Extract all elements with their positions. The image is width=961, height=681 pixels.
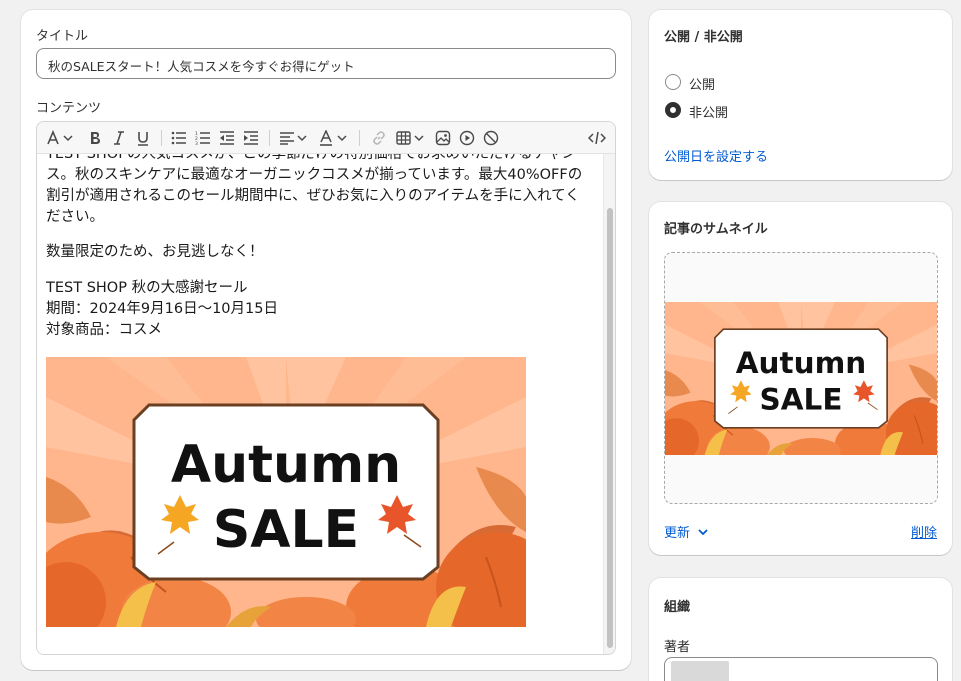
author-value-placeholder [671,661,729,681]
radio-public[interactable] [665,74,681,90]
author-select[interactable] [664,657,938,681]
toolbar-divider [161,130,162,146]
visibility-card: 公開 / 非公開 公開 非公開 公開日を設定する [649,10,952,180]
update-thumbnail-button[interactable]: 更新 [664,522,710,541]
banner-line1: Autumn [171,435,401,495]
delete-thumbnail-link[interactable]: 削除 [911,522,937,541]
thumbnail-line2: SALE [760,383,843,417]
paragraph-period: 期間：2024年9月16日〜10月15日 [46,301,278,317]
bold-icon[interactable] [85,128,105,148]
thumbnail-line1: Autumn [736,346,866,380]
title-label: タイトル [36,29,89,44]
radio-public-label[interactable]: 公開 [689,74,715,93]
rich-text-editor[interactable]: 123 TEST SHOPの人気コスメが、この季節だけの特別価格でお求めいただけ… [36,121,616,655]
main-card: タイトル 秋のSALEスタート！人気コスメを今すぐお得にゲット コンテンツ 12… [21,10,631,670]
bullet-list-icon[interactable] [169,128,189,148]
underline-icon[interactable] [133,128,153,148]
organization-heading: 組織 [664,600,691,615]
thumbnail-card: 記事のサムネイル Autumn SALE 更新 削除 [649,202,952,555]
numbered-list-icon[interactable]: 123 [193,128,213,148]
author-label: 著者 [664,640,691,655]
update-label: 更新 [664,526,691,541]
font-icon[interactable] [45,128,77,148]
thumbnail-image[interactable]: Autumn SALE [665,302,937,455]
clear-formatting-icon[interactable] [481,128,501,148]
code-view-icon[interactable] [585,128,609,148]
outdent-icon[interactable] [217,128,237,148]
video-icon[interactable] [457,128,477,148]
image-icon[interactable] [433,128,453,148]
organization-card: 組織 著者 [649,578,952,681]
svg-text:3: 3 [195,141,198,145]
paragraph-limited: 数量限定のため、お見逃しなく！ [46,244,264,260]
align-left-icon[interactable] [277,128,311,148]
chevron-down-icon [698,528,708,535]
thumbnail-dropzone[interactable]: Autumn SALE [664,252,938,504]
set-publish-date-link[interactable]: 公開日を設定する [664,146,768,165]
radio-private[interactable] [665,102,681,118]
content-label: コンテンツ [36,101,102,116]
toolbar-divider [359,130,360,146]
paragraph-target: 対象商品：コスメ [46,322,162,338]
autumn-sale-image[interactable]: Autumn SALE [46,357,526,627]
banner-line2: SALE [213,500,359,560]
thumbnail-heading: 記事のサムネイル [664,222,768,237]
editor-scrollbar-thumb[interactable] [607,208,613,648]
paragraph-sale-name: TEST SHOP 秋の大感謝セール [46,280,248,296]
toolbar-divider [269,130,270,146]
visibility-heading: 公開 / 非公開 [664,30,743,45]
indent-icon[interactable] [241,128,261,148]
editor-scrollbar[interactable] [603,154,615,654]
title-input[interactable]: 秋のSALEスタート！人気コスメを今すぐお得にゲット [36,48,616,79]
editor-content[interactable]: TEST SHOPの人気コスメが、この季節だけの特別価格でお求めいただけるチャン… [37,154,603,654]
italic-icon[interactable] [109,128,129,148]
link-icon[interactable] [369,128,389,148]
editor-toolbar: 123 [37,122,615,154]
text-color-icon[interactable] [317,128,351,148]
table-icon[interactable] [395,128,427,148]
paragraph-intro: TEST SHOPの人気コスメが、この季節だけの特別価格でお求めいただけるチャン… [46,154,583,225]
radio-private-label[interactable]: 非公開 [689,102,728,121]
